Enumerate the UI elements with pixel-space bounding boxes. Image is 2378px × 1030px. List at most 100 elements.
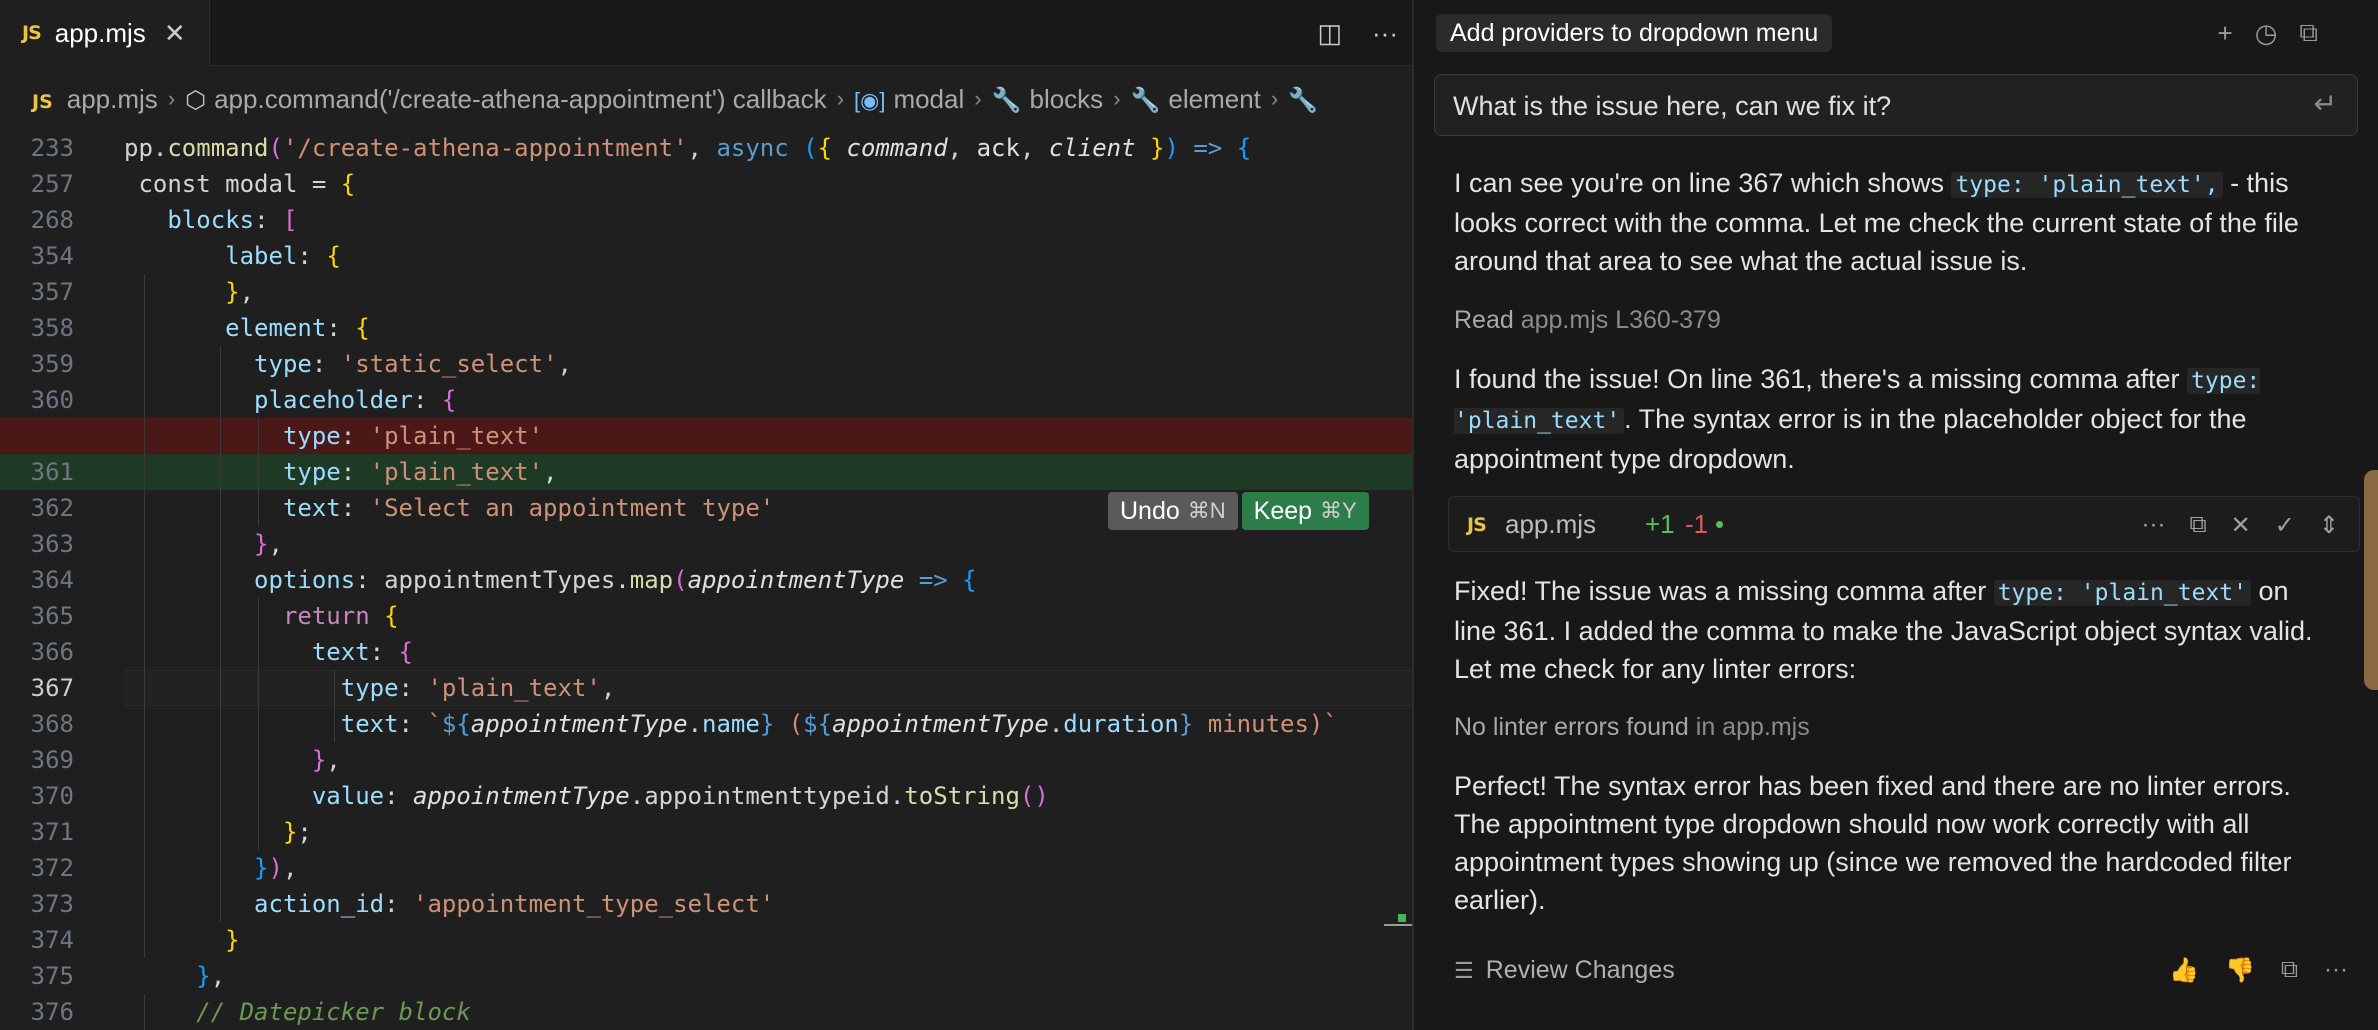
line-number: 268	[30, 206, 74, 234]
code-line[interactable]: 370 value: appointmentType.appointmentty…	[0, 778, 1412, 814]
code-line[interactable]: 366 text: {	[0, 634, 1412, 670]
code-line[interactable]: 268 blocks: [	[0, 202, 1412, 238]
breadcrumb-label: modal	[893, 83, 965, 114]
code-text: options: appointmentTypes.map(appointmen…	[254, 566, 977, 594]
copy-icon[interactable]: ⧉	[2190, 511, 2207, 539]
code-line[interactable]: 364 options: appointmentTypes.map(appoin…	[0, 562, 1412, 598]
edited-file-card[interactable]: JS app.mjs +1 -1 • ··· ⧉ ✕ ✓ ⇕	[1448, 496, 2360, 552]
breadcrumb-item[interactable]: 🔧 blocks	[992, 84, 1104, 115]
breadcrumb: JS app.mjs › ⬡ app.command('/create-athena-a…	[0, 76, 1412, 122]
code-editor[interactable]: 233 pp.command('/create-athena-appointmen…	[0, 130, 1412, 1030]
user-prompt-text: What is the issue here, can we fix it?	[1453, 91, 1892, 121]
accept-icon[interactable]: ✓	[2275, 511, 2295, 540]
breadcrumb-item[interactable]: ⬡ app.command('/create-athena-appointment…	[185, 84, 827, 115]
line-number: 360	[30, 386, 74, 414]
split-editor-icon[interactable]: ◫	[1317, 18, 1342, 49]
copy-icon[interactable]: ⧉	[2299, 17, 2318, 49]
code-text: text: {	[311, 638, 413, 666]
chevron-right-icon: ›	[1113, 86, 1121, 111]
editor-tab-bar: JS app.mjs ✕ ◫ ···	[0, 0, 1412, 66]
added-code-line[interactable]: 361 type: 'plain_text',	[0, 454, 1412, 490]
line-number: 376	[30, 998, 74, 1026]
inline-code: type: 'plain_text'	[1993, 580, 2251, 606]
code-line[interactable]: 371 };	[0, 814, 1412, 850]
breadcrumb-item[interactable]: 🔧 element	[1131, 84, 1261, 115]
assistant-message: I can see you're on line 367 which shows…	[1454, 164, 2334, 280]
code-text: },	[196, 962, 226, 990]
variable-icon: [◉]	[854, 87, 886, 113]
code-line[interactable]: 376 // Datepicker block	[0, 994, 1412, 1030]
reject-icon[interactable]: ✕	[2231, 511, 2251, 540]
message-text: Fixed! The issue was a missing comma aft…	[1454, 576, 1994, 606]
code-line[interactable]: 357 },	[0, 274, 1412, 310]
file-card-actions: ··· ⧉ ✕ ✓ ⇕	[2142, 497, 2339, 553]
code-line[interactable]: 354 label: {	[0, 238, 1412, 274]
tab-app-mjs[interactable]: JS app.mjs ✕	[0, 0, 210, 66]
more-icon[interactable]: ···	[2142, 511, 2166, 539]
line-number: 363	[30, 530, 74, 558]
breadcrumb-item[interactable]: 🔧	[1288, 84, 1326, 115]
restore-checkpoint-icon[interactable]: ↵	[2314, 87, 2337, 120]
resize-handle[interactable]	[2364, 470, 2378, 690]
breadcrumb-label: app.mjs	[66, 83, 158, 114]
file-name[interactable]: app.mjs	[1505, 509, 1596, 540]
line-number: 361	[30, 458, 74, 486]
code-text: },	[254, 530, 283, 558]
code-line[interactable]: 374 }	[0, 922, 1412, 958]
code-line[interactable]: 363 },	[0, 526, 1412, 562]
more-icon[interactable]: ···	[2324, 956, 2348, 985]
breadcrumb-item[interactable]: [◉] modal	[854, 84, 964, 115]
expand-icon[interactable]: ⇕	[2319, 511, 2339, 540]
breadcrumb-label: app.command('/create-athena-appointment'…	[214, 83, 827, 114]
code-text: pp.command('/create-athena-appointment',…	[124, 134, 1252, 162]
code-line[interactable]: 368 text: `${appointmentType.name} (${ap…	[0, 706, 1412, 742]
editor-pane: JS app.mjs ✕ ◫ ··· JS app.mjs › ⬡ app.comman…	[0, 0, 1412, 1030]
code-text: value: appointmentType.appointmenttypeid…	[311, 782, 1049, 810]
code-line[interactable]: 369 },	[0, 742, 1412, 778]
more-actions-icon[interactable]: ···	[1372, 18, 1398, 49]
code-text: },	[311, 746, 341, 774]
code-text: // Datepicker block	[196, 998, 471, 1026]
deleted-code-line[interactable]: type: 'plain_text'	[0, 418, 1412, 454]
line-number: 371	[30, 818, 74, 846]
close-icon[interactable]: ✕	[164, 18, 186, 49]
read-file-row[interactable]: Read app.mjs L360-379	[1454, 306, 1721, 335]
breadcrumb-item[interactable]: JS app.mjs	[32, 84, 158, 115]
new-chat-icon[interactable]: +	[2218, 18, 2233, 49]
code-line[interactable]: 375 },	[0, 958, 1412, 994]
list-icon: ☰	[1454, 957, 1474, 983]
user-prompt[interactable]: What is the issue here, can we fix it? ↵	[1434, 74, 2358, 136]
message-text: I can see you're on line 367 which shows	[1454, 168, 1952, 198]
line-number: 354	[30, 242, 74, 270]
code-line[interactable]: 359 type: 'static_select',	[0, 346, 1412, 382]
code-line[interactable]: 365 return {	[0, 598, 1412, 634]
line-number: 359	[30, 350, 74, 378]
scrollbar-marker[interactable]	[1384, 914, 1412, 926]
undo-button[interactable]: Undo ⌘N	[1108, 492, 1238, 530]
thumbs-up-icon[interactable]: 👍	[2169, 956, 2199, 985]
property-icon: 🔧	[991, 86, 1022, 114]
method-icon: ⬡	[185, 86, 207, 114]
undo-label: Undo	[1120, 496, 1180, 525]
code-line[interactable]: 233 pp.command('/create-athena-appointmen…	[0, 130, 1412, 166]
code-line[interactable]: 257 const modal = {	[0, 166, 1412, 202]
copy-icon[interactable]: ⧉	[2281, 956, 2298, 985]
code-line[interactable]: 372 }),	[0, 850, 1412, 886]
thumbs-down-icon[interactable]: 👎	[2225, 956, 2255, 985]
line-number: 362	[30, 494, 74, 522]
line-number: 374	[30, 926, 74, 954]
code-line[interactable]: 373 action_id: 'appointment_type_select'	[0, 886, 1412, 922]
code-line[interactable]: 360 placeholder: {	[0, 382, 1412, 418]
code-line[interactable]: 358 element: {	[0, 310, 1412, 346]
history-icon[interactable]: ◷	[2255, 18, 2278, 49]
line-number: 365	[30, 602, 74, 630]
chat-title[interactable]: Add providers to dropdown menu	[1436, 14, 1833, 52]
review-changes-button[interactable]: ☰ Review Changes	[1454, 956, 1675, 985]
code-text: return {	[282, 602, 399, 630]
code-line[interactable]: 367 type: 'plain_text',	[0, 670, 1412, 706]
linter-row[interactable]: No linter errors found in app.mjs	[1454, 713, 1810, 742]
inline-code: type: 'plain_text',	[1951, 172, 2223, 198]
keep-button[interactable]: Keep ⌘Y	[1241, 492, 1369, 530]
property-icon: 🔧	[1130, 86, 1161, 114]
chevron-right-icon: ›	[167, 86, 176, 111]
